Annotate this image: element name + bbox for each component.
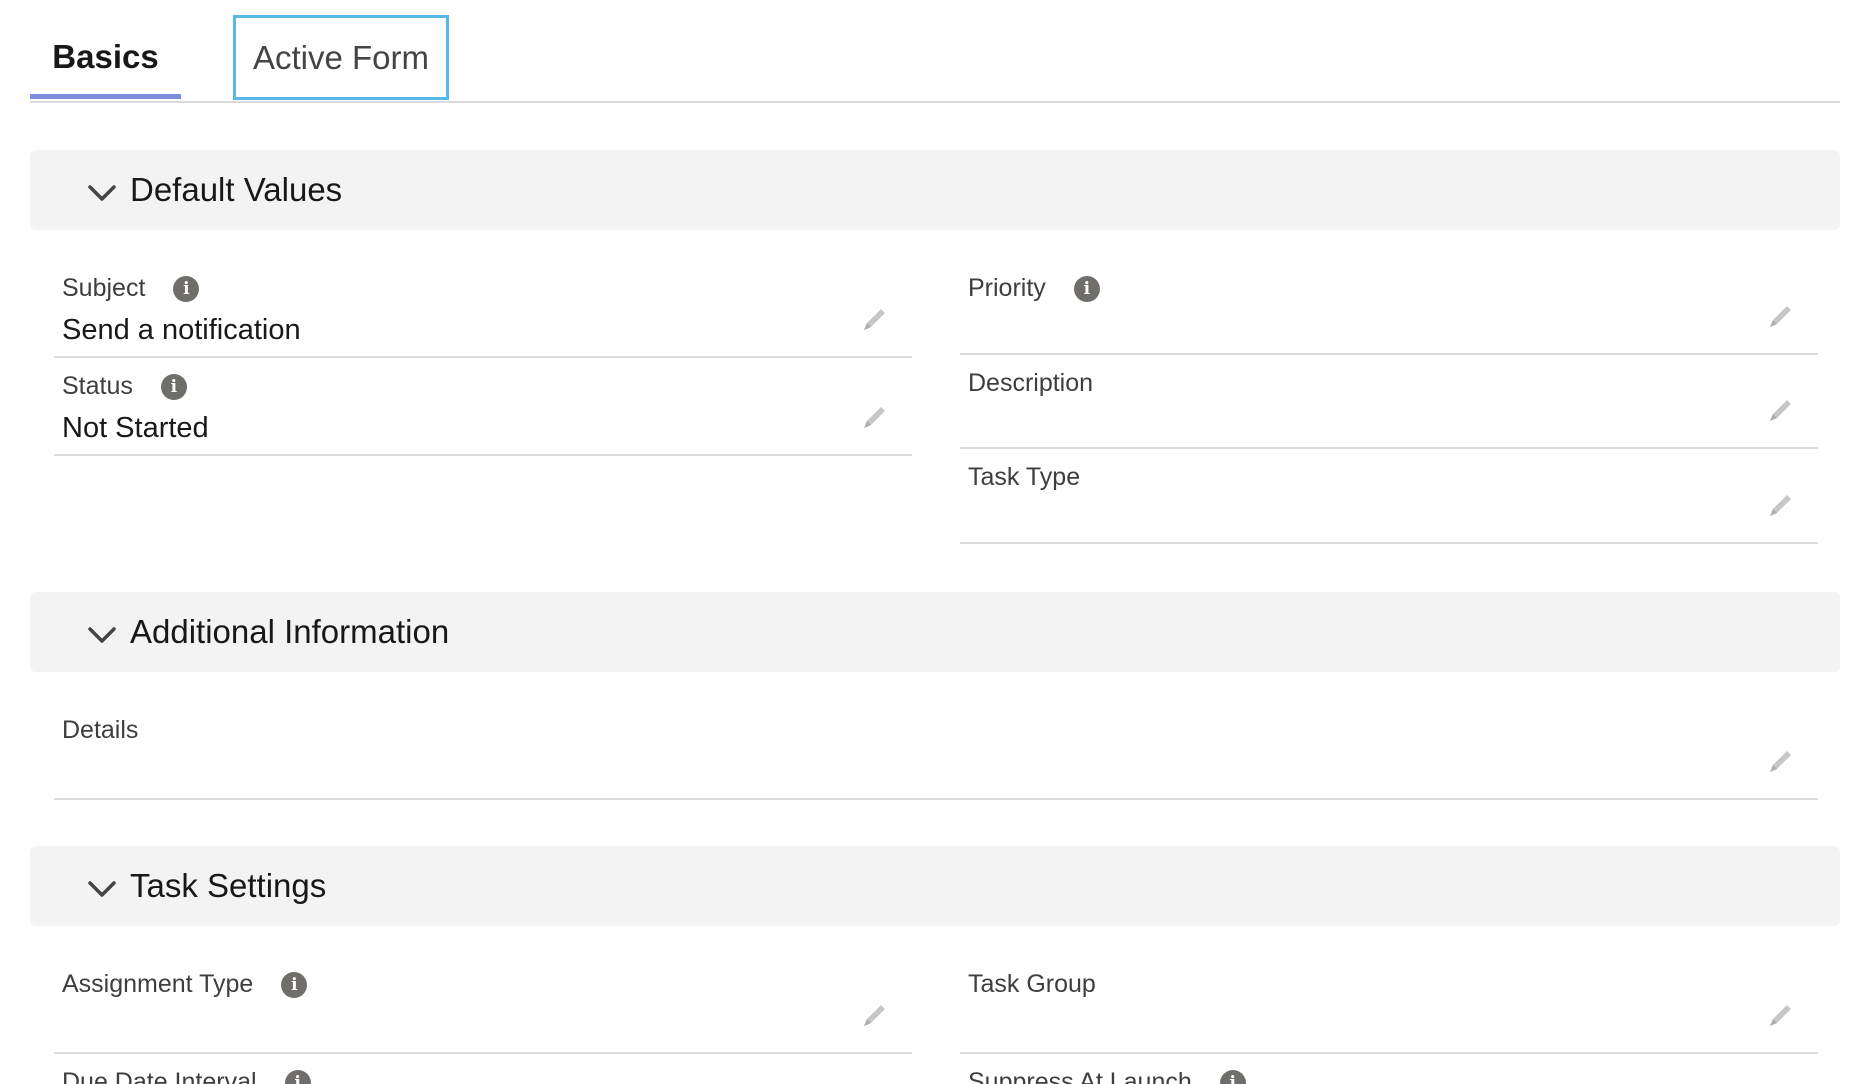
field-label: Assignment Type — [62, 970, 254, 998]
section-header-task-settings[interactable]: Task Settings — [30, 846, 1840, 926]
pencil-icon[interactable] — [1766, 395, 1796, 425]
field-description: Description — [960, 355, 1818, 449]
field-value: Send a notification — [62, 314, 301, 346]
pencil-icon[interactable] — [860, 304, 890, 334]
field-label: Due Date Interval — [62, 1068, 257, 1084]
tab-bar: Basics Active Form — [30, 0, 1840, 103]
chevron-down-icon — [88, 185, 116, 201]
field-task-group: Task Group — [960, 956, 1818, 1054]
chevron-down-icon — [88, 881, 116, 897]
tab-active-form[interactable]: Active Form — [233, 15, 449, 100]
field-label: Subject — [62, 274, 146, 302]
field-status: Status i Not Started — [54, 358, 912, 456]
info-icon[interactable]: i — [1219, 1069, 1246, 1084]
info-icon[interactable]: i — [160, 373, 187, 400]
pencil-icon[interactable] — [860, 402, 890, 432]
chevron-down-icon — [88, 627, 116, 643]
field-priority: Priority i — [960, 260, 1818, 355]
field-assignment-type: Assignment Type i — [54, 956, 912, 1054]
section-title: Task Settings — [130, 867, 327, 904]
field-due-date-interval: Due Date Interval i — [54, 1054, 912, 1084]
field-suppress-at-launch: Suppress At Launch i — [960, 1054, 1818, 1084]
info-icon[interactable]: i — [1073, 275, 1100, 302]
field-task-type: Task Type — [960, 449, 1818, 544]
field-label: Task Group — [968, 970, 1096, 998]
pencil-icon[interactable] — [1766, 746, 1796, 776]
field-value: Not Started — [62, 412, 209, 444]
pencil-icon[interactable] — [1766, 1000, 1796, 1030]
pencil-icon[interactable] — [1766, 490, 1796, 520]
section-title: Additional Information — [130, 613, 450, 650]
field-label: Priority — [968, 274, 1046, 302]
field-label: Description — [968, 369, 1094, 397]
pencil-icon[interactable] — [1766, 301, 1796, 331]
field-label: Suppress At Launch — [968, 1068, 1192, 1084]
info-icon[interactable]: i — [281, 971, 308, 998]
field-subject: Subject i Send a notification — [54, 260, 912, 358]
tab-basics[interactable]: Basics — [30, 16, 181, 99]
field-label: Details — [62, 716, 139, 744]
field-details: Details — [54, 702, 1818, 800]
section-header-additional-information[interactable]: Additional Information — [30, 592, 1840, 672]
info-icon[interactable]: i — [173, 275, 200, 302]
section-title: Default Values — [130, 171, 343, 208]
info-icon[interactable]: i — [284, 1069, 311, 1084]
pencil-icon[interactable] — [860, 1000, 890, 1030]
section-header-default-values[interactable]: Default Values — [30, 150, 1840, 230]
field-label: Status — [62, 372, 133, 400]
field-label: Task Type — [968, 463, 1081, 491]
